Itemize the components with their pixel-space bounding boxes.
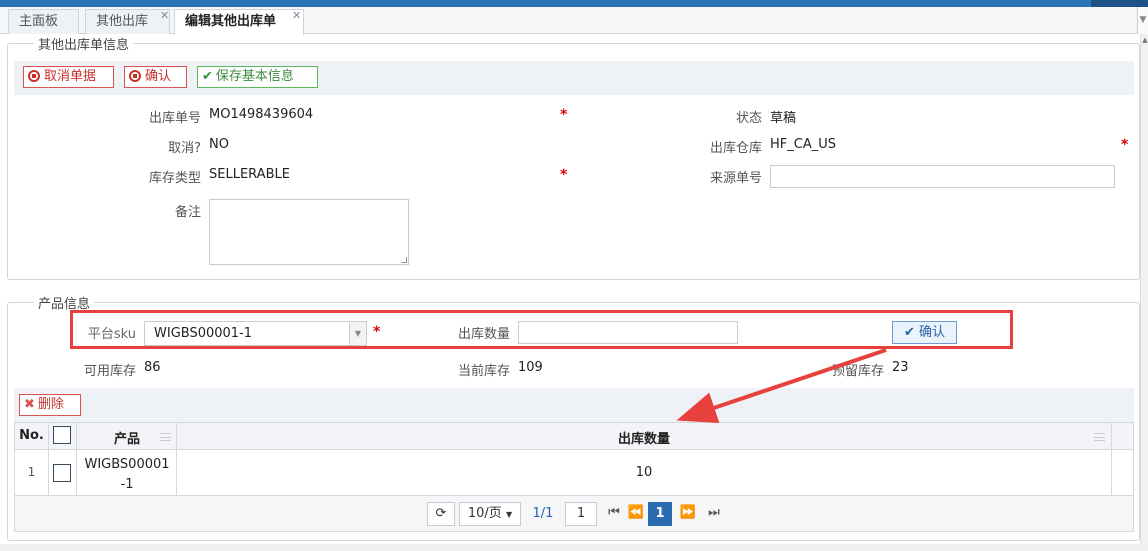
bottom-border: [0, 544, 1148, 551]
annotation-arrow: [676, 348, 887, 423]
